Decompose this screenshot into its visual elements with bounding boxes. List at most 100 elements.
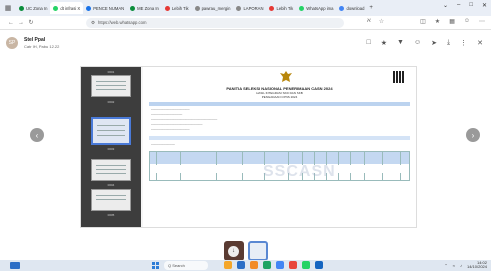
page-thumbnail[interactable] xyxy=(91,189,131,211)
page-thumbnail-selected[interactable] xyxy=(91,117,131,145)
translate-icon[interactable]: א xyxy=(367,18,371,25)
tab-label: dt infrasi X xyxy=(60,5,81,11)
sender-name: Stel Ppal xyxy=(24,37,46,43)
tab-9[interactable]: download xyxy=(336,2,367,14)
tab-4[interactable]: Lebih Tik xyxy=(162,2,192,14)
tab-label: Lebih Tik xyxy=(276,5,294,11)
tab-favicon-icon xyxy=(19,5,24,11)
excel-icon[interactable] xyxy=(263,261,271,269)
garuda-emblem-icon xyxy=(280,71,292,82)
download-icon[interactable]: ⤓ xyxy=(447,39,450,47)
info-row: ───────────────────── xyxy=(151,128,190,131)
tab-favicon-icon xyxy=(236,5,242,11)
media-thumbnail-strip: ↓ xyxy=(0,241,491,261)
tab-label: UC Zona In xyxy=(26,5,48,11)
close-icon[interactable]: ✕ xyxy=(482,2,487,9)
more-icon[interactable]: ⋮ xyxy=(460,39,467,47)
reload-icon[interactable]: ↻ xyxy=(26,19,36,26)
split-view-icon[interactable]: ◫ xyxy=(420,18,426,25)
omnibox-actions: א ☆ xyxy=(367,18,384,25)
viewer-header: SP Stel Ppal Catr IH, Pabu 12.22 □ ★ ▼ ☺… xyxy=(0,30,491,56)
powerpoint-icon[interactable] xyxy=(250,261,258,269)
more-menu-icon[interactable]: ⋯ xyxy=(479,18,485,25)
pinned-app-icon[interactable] xyxy=(289,261,297,269)
tab-label: WhatsApp ima xyxy=(306,5,334,11)
previous-media-button[interactable]: ‹ xyxy=(30,128,44,142)
document-subtitle-2: PENGADAAN CPNS 2024 xyxy=(261,95,298,99)
taskbar: Q Search ⌃ ≈ ♪ 14:02 14/10/2024 xyxy=(0,260,491,271)
profile-icon[interactable]: ☺ xyxy=(464,18,470,25)
file-explorer-icon[interactable] xyxy=(224,261,232,269)
media-viewer: SP Stel Ppal Catr IH, Pabu 12.22 □ ★ ▼ ☺… xyxy=(0,30,491,261)
edge-icon[interactable] xyxy=(315,261,323,269)
system-tray: ⌃ ≈ ♪ 14:02 14/10/2024 xyxy=(444,261,487,269)
tab-5[interactable]: pawrau_mergin xyxy=(192,2,234,14)
window-controls: ⌄ – □ ✕ xyxy=(443,2,487,9)
widgets-icon[interactable] xyxy=(10,262,20,269)
document-page: PANITIA SELEKSI NASIONAL PENERIMAAN CASN… xyxy=(143,67,416,227)
tab-favicon-icon xyxy=(86,5,92,11)
tab-label: download xyxy=(346,5,365,11)
chrome-icon[interactable] xyxy=(276,261,284,269)
document-image: 0001 0002 0003 0004 0005 PANITIA SELEKSI… xyxy=(80,66,417,228)
close-viewer-icon[interactable]: ✕ xyxy=(477,39,483,47)
tab-search-icon[interactable]: ▦ xyxy=(3,3,13,13)
tab-3[interactable]: ME Zona In xyxy=(127,2,162,14)
address-bar-row: ← → ↻ ⚙ https://web.whatsapp.com א ☆ ◫ ★… xyxy=(0,16,491,30)
info-row: ───────────────── xyxy=(151,113,183,116)
whatsapp-icon[interactable] xyxy=(302,261,310,269)
tab-label: Lebih Tik xyxy=(171,5,189,11)
wifi-icon[interactable]: ≈ xyxy=(453,263,455,268)
screen: ▦ UC Zona In dt infrasi X PENCE NUMAN ME… xyxy=(0,0,491,271)
info-row: ──────────────────────────── xyxy=(151,123,203,126)
windows-start-icon[interactable] xyxy=(152,262,159,269)
maximize-icon[interactable]: □ xyxy=(469,2,473,9)
page-thumbnail[interactable] xyxy=(91,159,131,181)
word-icon[interactable] xyxy=(237,261,245,269)
go-to-message-icon[interactable]: □ xyxy=(367,39,371,47)
page-thumbnail[interactable] xyxy=(91,75,131,97)
volume-icon[interactable]: ♪ xyxy=(460,263,462,268)
tab-7[interactable]: Lebih Tik xyxy=(266,2,296,14)
thumb-label: 0005 xyxy=(107,213,115,217)
back-icon[interactable]: ← xyxy=(6,20,16,26)
avatar[interactable]: SP xyxy=(6,37,18,49)
media-thumbnail-selected[interactable] xyxy=(247,241,268,261)
tab-8[interactable]: WhatsApp ima xyxy=(296,2,336,14)
chevron-up-icon[interactable]: ⌃ xyxy=(444,263,447,268)
tab-favicon-icon xyxy=(299,5,305,11)
bookmark-star-icon[interactable]: ☆ xyxy=(379,18,384,25)
forward-icon[interactable]: ➤ xyxy=(431,39,437,47)
star-icon[interactable]: ★ xyxy=(381,39,387,47)
thumb-label: 0002 xyxy=(107,100,115,104)
media-thumbnail[interactable]: ↓ xyxy=(223,241,244,261)
tab-label: ME Zona In xyxy=(137,5,159,11)
info-row: ──────────────────────────────────── xyxy=(151,118,218,121)
tab-favicon-icon xyxy=(164,5,170,11)
taskbar-search[interactable]: Q Search xyxy=(164,261,208,270)
url-field[interactable]: ⚙ https://web.whatsapp.com xyxy=(86,17,344,28)
next-media-button[interactable]: › xyxy=(466,128,480,142)
tab-1-active[interactable]: dt infrasi X xyxy=(50,2,84,14)
site-info-icon[interactable]: ⚙ xyxy=(91,20,95,26)
forward-icon[interactable]: → xyxy=(16,20,26,26)
pin-icon[interactable]: ▼ xyxy=(397,39,404,47)
thumb-label: 0004 xyxy=(107,183,115,187)
tab-6[interactable]: LAPORAN xyxy=(233,2,266,14)
clock[interactable]: 14:02 14/10/2024 xyxy=(467,261,487,269)
watermark: SSCASN xyxy=(263,163,336,180)
tab-favicon-icon xyxy=(194,5,200,11)
tab-2[interactable]: PENCE NUMAN xyxy=(83,2,127,14)
tab-favicon-icon xyxy=(53,5,59,11)
info-row: ───────────────────── xyxy=(151,108,190,111)
chevron-down-icon[interactable]: ⌄ xyxy=(443,2,448,9)
minimize-icon[interactable]: – xyxy=(457,2,460,9)
collections-icon[interactable]: ▦ xyxy=(449,18,455,25)
qr-code-icon xyxy=(393,71,405,83)
thumb-label: 0001 xyxy=(107,70,115,74)
new-tab-icon[interactable]: + xyxy=(369,5,373,11)
react-icon[interactable]: ☺ xyxy=(414,39,421,47)
tab-0[interactable]: UC Zona In xyxy=(16,2,50,14)
page-thumbnail-sidebar: 0001 0002 0003 0004 0005 xyxy=(81,67,141,227)
favorites-icon[interactable]: ★ xyxy=(435,18,440,25)
